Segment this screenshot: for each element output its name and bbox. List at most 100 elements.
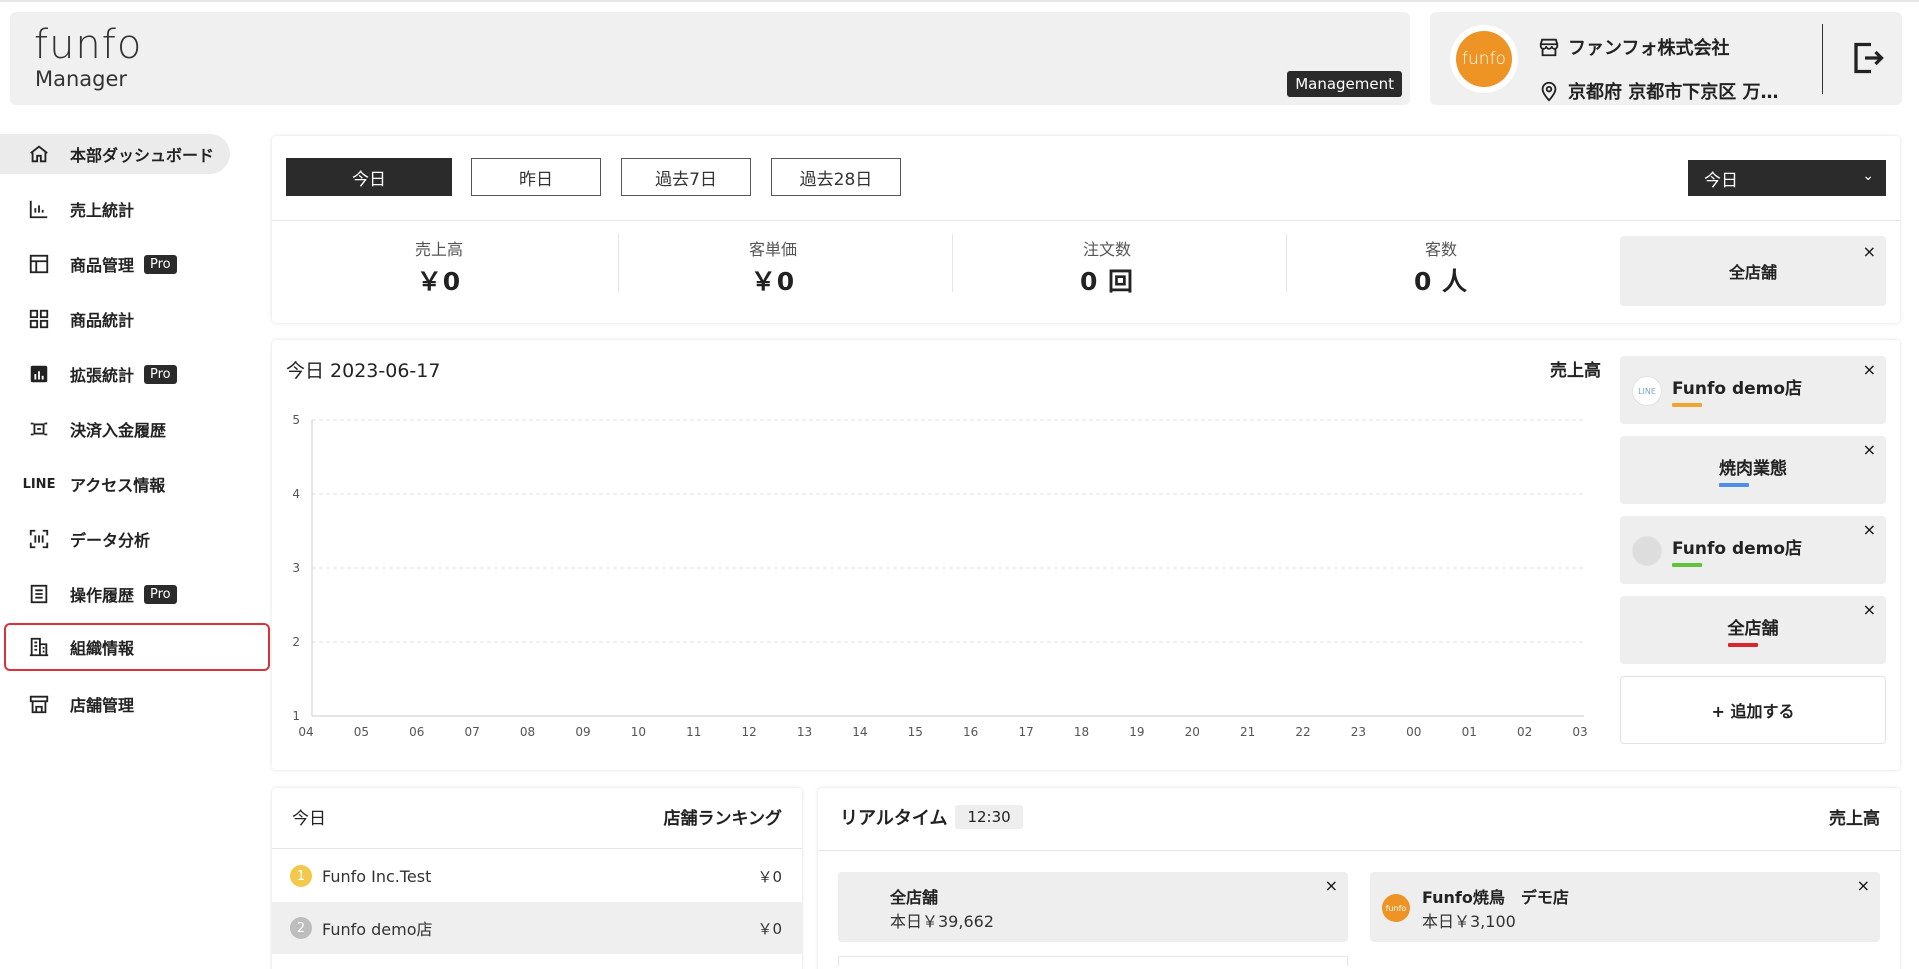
close-icon[interactable]: × bbox=[1863, 440, 1876, 459]
sidebar-item-label: 店舗管理 bbox=[70, 696, 135, 715]
legend-chip-yakiniku[interactable]: 焼肉業態 × bbox=[1620, 436, 1886, 504]
add-store-button[interactable]: + 追加する bbox=[1620, 676, 1886, 744]
sidebar-item-2[interactable]: 商品管理 Pro bbox=[0, 244, 260, 284]
sidebar-item-10[interactable]: 店舗管理 bbox=[0, 684, 260, 724]
sidebar-item-3[interactable]: 商品統計 bbox=[0, 299, 260, 339]
legend-name: 焼肉業態 bbox=[1719, 459, 1787, 479]
x-tick-label: 04 bbox=[298, 725, 313, 739]
period-yesterday-button[interactable]: 昨日 bbox=[471, 158, 601, 196]
sidebar-item-0[interactable]: 本部ダッシュボード bbox=[0, 134, 230, 174]
close-icon[interactable]: × bbox=[1325, 876, 1338, 895]
company-name: ファンフォ株式会社 bbox=[1568, 38, 1730, 59]
sidebar-item-label: 商品統計 bbox=[70, 311, 135, 330]
legend-chip-funfo-demo-1[interactable]: LINE Funfo demo店 × bbox=[1620, 356, 1886, 424]
x-tick-label: 10 bbox=[631, 725, 646, 739]
metric-avg-spend: 客単価 ￥0 bbox=[606, 236, 940, 298]
rank-badge: 2 bbox=[290, 917, 312, 939]
sidebar-item-label: 本部ダッシュボード bbox=[70, 146, 215, 165]
sidebar-item-7[interactable]: データ分析 bbox=[0, 519, 260, 559]
x-tick-label: 18 bbox=[1074, 725, 1089, 739]
period-select[interactable]: 今日 ⌄ bbox=[1688, 160, 1886, 196]
sidebar-item-label: アクセス情報 bbox=[70, 476, 166, 495]
y-tick-label: 2 bbox=[292, 635, 300, 649]
x-tick-label: 16 bbox=[963, 725, 978, 739]
sidebar-item-label: 組織情報 bbox=[70, 639, 135, 658]
sidebar-item-label: 売上統計 bbox=[70, 201, 135, 220]
metric-value: 0 人 bbox=[1413, 267, 1469, 296]
x-tick-label: 14 bbox=[852, 725, 867, 739]
realtime-chip-yakitori[interactable]: funfo Funfo焼鳥 デモ店 本日￥3,100 × bbox=[1370, 872, 1880, 942]
grid-icon bbox=[28, 308, 50, 330]
close-icon[interactable]: × bbox=[1863, 242, 1876, 261]
legend-color-swatch bbox=[1727, 643, 1758, 647]
layout-icon bbox=[28, 253, 50, 275]
sidebar-item-label: 拡張統計 bbox=[70, 366, 135, 385]
realtime-chip-partial bbox=[838, 956, 1348, 966]
period-7days-button[interactable]: 過去7日 bbox=[621, 158, 751, 196]
sidebar-item-9[interactable]: 組織情報 bbox=[4, 623, 270, 671]
x-tick-label: 23 bbox=[1351, 725, 1366, 739]
top-border bbox=[0, 0, 1919, 2]
y-tick-label: 3 bbox=[292, 561, 300, 575]
realtime-chip-all[interactable]: 全店舗 本日￥39,662 × bbox=[838, 872, 1348, 942]
realtime-title: リアルタイム bbox=[840, 808, 948, 829]
sidebar-item-8[interactable]: 操作履歴 Pro bbox=[0, 574, 260, 614]
metric-orders: 注文数 0 回 bbox=[940, 236, 1274, 298]
sidebar-item-4[interactable]: 拡張統計 Pro bbox=[0, 354, 260, 394]
x-tick-label: 13 bbox=[797, 725, 812, 739]
store-header: funfo ファンフォ株式会社 京都府 京都市下京区 万… bbox=[1430, 12, 1902, 105]
sidebar-item-5[interactable]: 決済入金履歴 bbox=[0, 409, 260, 449]
realtime-amount: 本日￥3,100 bbox=[1422, 912, 1516, 931]
realtime-time: 12:30 bbox=[955, 805, 1023, 829]
x-tick-label: 11 bbox=[686, 725, 701, 739]
y-tick-label: 1 bbox=[292, 709, 300, 723]
period-select-value: 今日 bbox=[1704, 170, 1738, 191]
legend-chip-all-stores[interactable]: 全店舗 × bbox=[1620, 596, 1886, 664]
metric-label: 客数 bbox=[1424, 240, 1457, 259]
close-icon[interactable]: × bbox=[1863, 520, 1876, 539]
logo-subtitle: Manager bbox=[35, 67, 128, 91]
legend-name: Funfo demo店 bbox=[1672, 539, 1803, 559]
legend-color-swatch bbox=[1719, 483, 1749, 487]
store-avatar bbox=[1632, 536, 1662, 566]
chevron-down-icon: ⌄ bbox=[1862, 168, 1874, 184]
ranking-divider bbox=[272, 848, 802, 849]
logout-icon[interactable] bbox=[1850, 40, 1886, 76]
legend-chip-funfo-demo-2[interactable]: Funfo demo店 × bbox=[1620, 516, 1886, 584]
metric-sales: 売上高 ￥0 bbox=[272, 236, 606, 298]
period-today-button[interactable]: 今日 bbox=[286, 158, 452, 196]
pro-badge: Pro bbox=[144, 584, 177, 604]
building-icon bbox=[28, 636, 50, 658]
x-tick-label: 06 bbox=[409, 725, 424, 739]
close-icon[interactable]: × bbox=[1857, 876, 1870, 895]
app-logo[interactable]: funfo Manager bbox=[34, 22, 142, 90]
store-avatar: LINE bbox=[1632, 376, 1662, 406]
sidebar-item-label: データ分析 bbox=[70, 531, 151, 550]
close-icon[interactable]: × bbox=[1863, 600, 1876, 619]
logo-word: funfo bbox=[34, 22, 143, 68]
period-card: 今日 昨日 過去7日 過去28日 今日 ⌄ 売上高 ￥0 客単価 ￥0 注文数 … bbox=[272, 136, 1900, 323]
x-tick-label: 01 bbox=[1462, 725, 1477, 739]
x-tick-label: 17 bbox=[1018, 725, 1033, 739]
sidebar-item-1[interactable]: 売上統計 bbox=[0, 189, 260, 229]
x-tick-label: 20 bbox=[1185, 725, 1200, 739]
company-line: ファンフォ株式会社 bbox=[1538, 34, 1729, 60]
period-28days-button[interactable]: 過去28日 bbox=[771, 158, 901, 196]
mode-badge: Management bbox=[1287, 71, 1402, 97]
store-filter-chip[interactable]: 全店舗 × bbox=[1620, 236, 1886, 306]
sidebar-item-6[interactable]: LINE アクセス情報 bbox=[0, 464, 260, 504]
metric-value: ￥0 bbox=[750, 267, 796, 296]
x-tick-label: 22 bbox=[1295, 725, 1310, 739]
period-divider bbox=[272, 220, 1900, 221]
store-avatar: funfo bbox=[1382, 894, 1410, 922]
legend-name: 全店舗 bbox=[1727, 619, 1779, 639]
table-row[interactable]: 1 Funfo Inc.Test ￥0 bbox=[272, 850, 802, 902]
metric-label: 客単価 bbox=[748, 240, 797, 259]
realtime-store-name: Funfo焼鳥 デモ店 bbox=[1422, 888, 1569, 907]
sales-line-chart: 1234504 05 06 07 08 09 10 11 12 13 14 15 16 17 18 19 20 2… bbox=[292, 413, 1587, 739]
sales-chart-card: 今日 2023-06-17 売上高 1 2 3 4 5 04 05 06 07 08 09 10 11 1… bbox=[272, 340, 1900, 770]
table-row[interactable]: 2 Funfo demo店 ￥0 bbox=[272, 902, 802, 954]
close-icon[interactable]: × bbox=[1863, 360, 1876, 379]
store-icon bbox=[28, 693, 50, 715]
bar-chart-icon bbox=[28, 198, 50, 220]
